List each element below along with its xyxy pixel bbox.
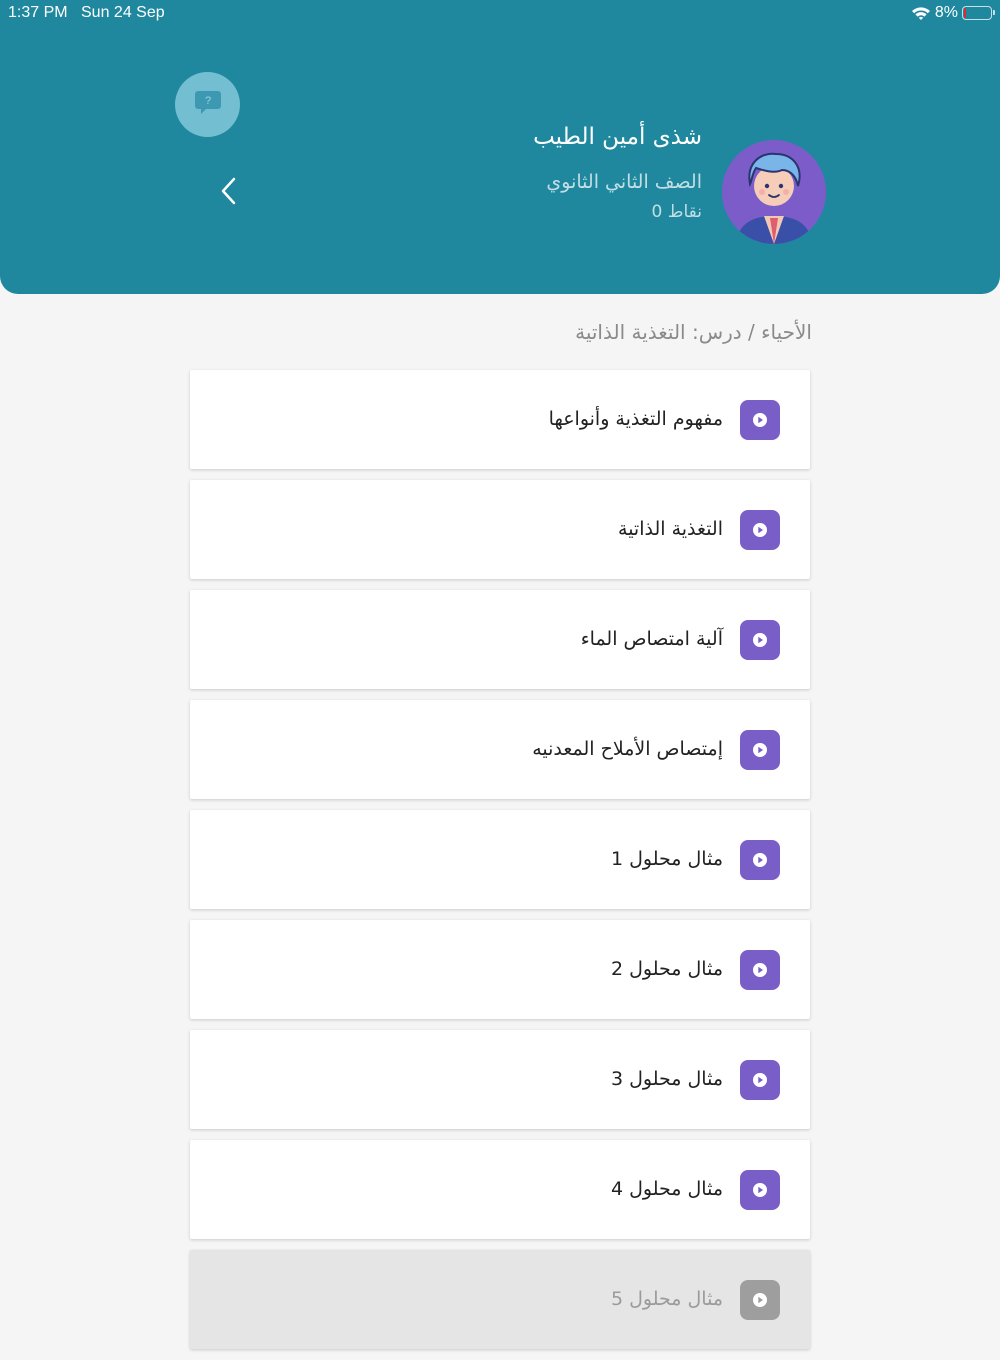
question-bubble-icon: ? (193, 89, 223, 121)
lesson-title: مثال محلول 3 (610, 1068, 723, 1090)
play-icon (740, 400, 780, 440)
avatar-illustration (722, 140, 826, 244)
play-icon (740, 620, 780, 660)
battery-level (964, 8, 966, 18)
help-button[interactable]: ? (175, 72, 240, 137)
play-icon (740, 1170, 780, 1210)
lesson-title: مفهوم التغذية وأنواعها (548, 408, 723, 430)
play-icon (740, 1060, 780, 1100)
lesson-item[interactable]: إمتصاص الأملاح المعدنيه (190, 700, 810, 799)
lesson-title: مثال محلول 5 (610, 1288, 723, 1310)
profile-header: ? شذى أمين الطيب الصف الثاني الثانوي نقا… (0, 0, 1000, 294)
play-icon (740, 1280, 780, 1320)
user-points: نقاط 0 (651, 202, 702, 222)
back-button[interactable] (212, 176, 246, 210)
lesson-title: مثال محلول 4 (610, 1178, 723, 1200)
svg-text:?: ? (204, 95, 210, 107)
lesson-title: التغذية الذاتية (618, 518, 723, 540)
play-icon (740, 950, 780, 990)
status-bar: 1:37 PM Sun 24 Sep 8% (0, 0, 1000, 26)
lesson-title: آلية امتصاص الماء (580, 628, 723, 650)
chevron-left-icon (220, 176, 238, 210)
lesson-item[interactable]: التغذية الذاتية (190, 480, 810, 579)
wifi-icon (911, 6, 931, 21)
lesson-item[interactable]: مثال محلول 4 (190, 1140, 810, 1239)
lesson-item[interactable]: مثال محلول 3 (190, 1030, 810, 1129)
battery-icon (962, 6, 995, 20)
status-time: 1:37 PM (8, 4, 68, 21)
user-grade: الصف الثاني الثانوي (546, 171, 702, 193)
lesson-title: مثال محلول 2 (610, 958, 723, 980)
lesson-item[interactable]: مفهوم التغذية وأنواعها (190, 370, 810, 469)
breadcrumb: الأحياء / درس: التغذية الذاتية (575, 320, 812, 344)
lesson-list: مفهوم التغذية وأنواعها التغذية الذاتية آ… (190, 370, 810, 1360)
status-date: Sun 24 Sep (81, 4, 165, 21)
status-indicators: 8% (911, 4, 995, 22)
battery-percent: 8% (934, 4, 958, 21)
play-icon (740, 510, 780, 550)
play-icon (740, 730, 780, 770)
lesson-item[interactable]: مثال محلول 2 (190, 920, 810, 1019)
user-name: شذى أمين الطيب (533, 124, 702, 150)
lesson-item: مثال محلول 5 (190, 1250, 810, 1349)
lesson-item[interactable]: مثال محلول 1 (190, 810, 810, 909)
lesson-title: مثال محلول 1 (610, 848, 723, 870)
avatar[interactable] (722, 140, 826, 244)
lesson-title: إمتصاص الأملاح المعدنيه (532, 738, 723, 760)
play-icon (740, 840, 780, 880)
lesson-item[interactable]: آلية امتصاص الماء (190, 590, 810, 689)
